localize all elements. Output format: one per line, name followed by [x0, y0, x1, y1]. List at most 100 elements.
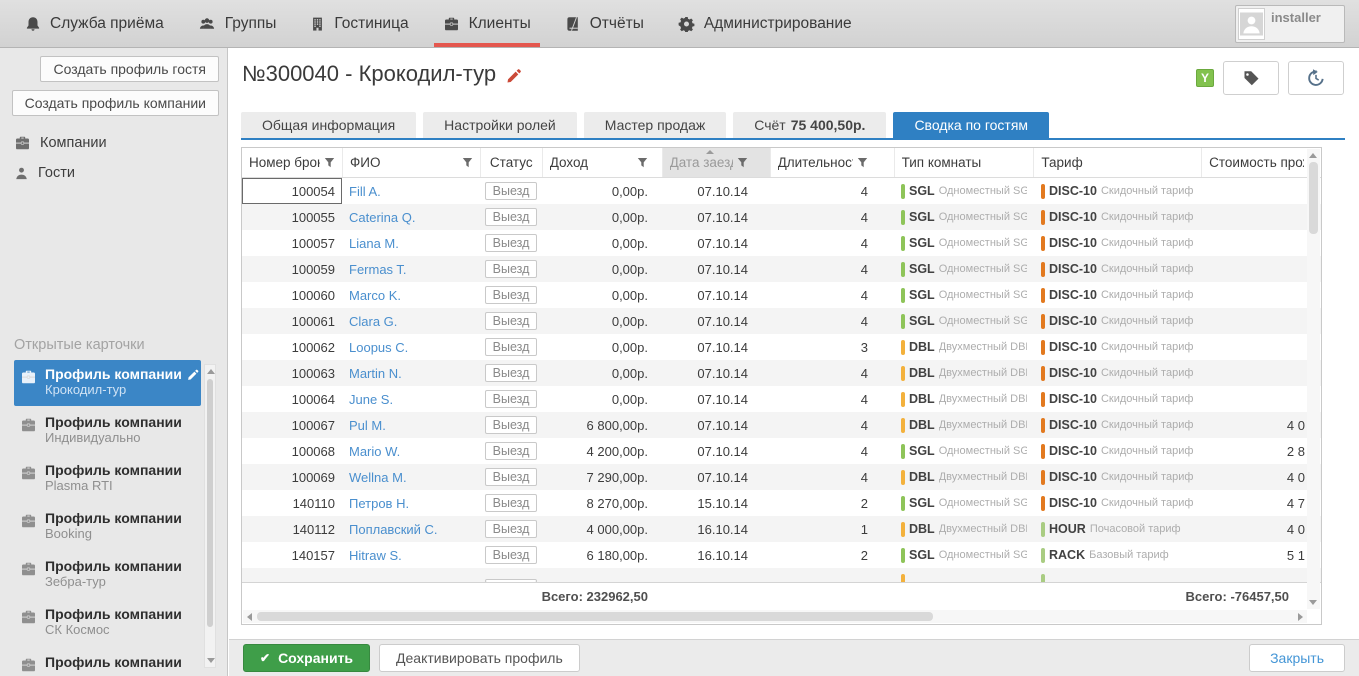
edit-title-icon[interactable] — [506, 67, 523, 84]
scroll-down-icon[interactable] — [1309, 600, 1317, 605]
cell-booking-number[interactable]: 100064 — [242, 386, 342, 412]
filter-icon[interactable] — [733, 157, 748, 168]
column-header-6[interactable]: Тип комнаты — [894, 148, 1034, 177]
guest-link[interactable]: Поплавский С. — [349, 522, 438, 537]
history-button[interactable] — [1288, 61, 1344, 95]
scrollbar-thumb[interactable] — [207, 379, 213, 627]
guest-link[interactable]: Fill A. — [349, 184, 381, 199]
cell-status: Выезд — [480, 334, 542, 360]
column-header-1[interactable]: ФИО — [342, 148, 480, 177]
open-card-2[interactable]: Профиль компанииPlasma RTI — [14, 456, 201, 502]
filter-icon[interactable] — [320, 157, 335, 168]
nav-item-label: Группы — [225, 15, 277, 33]
guest-link[interactable]: Martin N. — [349, 366, 402, 381]
column-header-0[interactable]: Номер брони — [242, 148, 342, 177]
guest-link[interactable]: Wellna M. — [349, 470, 407, 485]
column-label: ФИО — [350, 155, 380, 170]
tab-1[interactable]: Настройки ролей — [423, 112, 577, 138]
tab-underline — [241, 138, 1345, 140]
filter-icon[interactable] — [458, 157, 473, 168]
scroll-down-icon[interactable] — [207, 658, 215, 663]
nav-item-4[interactable]: Отчёты — [548, 0, 661, 47]
status-badge: Выезд — [485, 286, 537, 304]
column-header-5[interactable]: Длительность, дн. — [770, 148, 894, 177]
open-card-4[interactable]: Профиль компанииЗебра-тур — [14, 552, 201, 598]
user-menu-button[interactable]: installer — [1235, 5, 1345, 43]
guest-link[interactable]: Clara G. — [349, 314, 397, 329]
cell-booking-number[interactable]: 100069 — [242, 464, 342, 490]
open-card-3[interactable]: Профиль компанииBooking — [14, 504, 201, 550]
cell-duration: 4 — [770, 360, 894, 386]
column-header-7[interactable]: Тариф — [1033, 148, 1201, 177]
open-card-1[interactable]: Профиль компанииИндивидуально — [14, 408, 201, 454]
scroll-up-icon[interactable] — [1309, 153, 1317, 158]
room-color-bar — [901, 522, 905, 537]
filter-icon[interactable] — [633, 157, 648, 168]
deactivate-profile-button[interactable]: Деактивировать профиль — [379, 644, 580, 672]
avatar — [1238, 8, 1265, 40]
cell-booking-number[interactable]: 100061 — [242, 308, 342, 334]
tab-3[interactable]: Счёт75 400,50р. — [733, 112, 886, 138]
cell-booking-number[interactable]: 140110 — [242, 490, 342, 516]
nav-item-5[interactable]: Администрирование — [661, 0, 869, 47]
cell-booking-number[interactable]: 100067 — [242, 412, 342, 438]
cell-booking-number[interactable]: 100059 — [242, 256, 342, 282]
column-header-4[interactable]: Дата заезда — [662, 148, 770, 177]
create-guest-profile-button[interactable]: Создать профиль гостя — [40, 56, 219, 82]
nav-item-3[interactable]: Клиенты — [426, 0, 548, 47]
scroll-left-icon[interactable] — [247, 613, 252, 621]
scrollbar-thumb[interactable] — [257, 612, 933, 621]
close-button[interactable]: Закрыть — [1249, 644, 1345, 672]
sidebar-scrollbar[interactable] — [204, 364, 216, 668]
guest-link[interactable]: Pul M. — [349, 418, 386, 433]
guest-link[interactable]: June S. — [349, 392, 393, 407]
tags-button[interactable] — [1223, 61, 1279, 95]
tab-4[interactable]: Сводка по гостям — [893, 112, 1049, 138]
column-header-3[interactable]: Доход — [542, 148, 662, 177]
guest-link[interactable]: Marco K. — [349, 288, 401, 303]
nav-item-2[interactable]: Гостиница — [293, 0, 425, 47]
guest-link[interactable]: Hitraw S. — [349, 548, 402, 563]
guest-link[interactable]: Mario W. — [349, 444, 400, 459]
column-header-2[interactable]: Статус — [480, 148, 542, 177]
scrollbar-thumb[interactable] — [1309, 162, 1318, 234]
guest-link[interactable]: Loopus C. — [349, 340, 408, 355]
cell-booking-number[interactable]: 140112 — [242, 516, 342, 542]
guest-link[interactable]: Caterina Q. — [349, 210, 415, 225]
cell-duration: 4 — [770, 230, 894, 256]
scroll-up-icon[interactable] — [207, 369, 215, 374]
cell-booking-number[interactable]: 100054 — [242, 178, 342, 204]
create-company-profile-button[interactable]: Создать профиль компании — [12, 90, 219, 116]
cell-booking-number[interactable]: 100060 — [242, 282, 342, 308]
action-bar: ✔ Сохранить Деактивировать профиль Закры… — [229, 639, 1359, 676]
open-card-0[interactable]: Профиль компанииКрокодил-тур — [14, 360, 201, 406]
nav-item-0[interactable]: Служба приёма — [8, 0, 181, 47]
scroll-right-icon[interactable] — [1298, 613, 1303, 621]
tab-2[interactable]: Мастер продаж — [584, 112, 727, 138]
guest-link[interactable]: Петров Н. — [349, 496, 409, 511]
vertical-scrollbar[interactable] — [1307, 149, 1320, 609]
tab-0[interactable]: Общая информация — [241, 112, 416, 138]
guest-link[interactable]: Fermas T. — [349, 262, 407, 277]
nav-item-1[interactable]: Группы — [181, 0, 294, 47]
open-card-5[interactable]: Профиль компанииСК Космос — [14, 600, 201, 646]
cell-booking-number[interactable]: 100055 — [242, 204, 342, 230]
cell-booking-number[interactable]: 100062 — [242, 334, 342, 360]
guest-link[interactable]: Liana M. — [349, 236, 399, 251]
cell-booking-number[interactable]: 100063 — [242, 360, 342, 386]
cell-booking-number[interactable]: 100068 — [242, 438, 342, 464]
horizontal-scrollbar[interactable] — [243, 610, 1307, 623]
filter-icon[interactable] — [853, 157, 868, 168]
sidebar-item-0[interactable]: Компании — [0, 128, 227, 158]
column-header-8[interactable]: Стоимость проживан — [1201, 148, 1308, 177]
cell-booking-number[interactable]: 140157 — [242, 542, 342, 568]
cell-duration: 4 — [770, 412, 894, 438]
nav-item-label: Гостиница — [334, 15, 408, 33]
room-color-bar — [901, 288, 905, 303]
save-button[interactable]: ✔ Сохранить — [243, 644, 370, 672]
cell-booking-number[interactable] — [242, 568, 342, 582]
sidebar-item-1[interactable]: Гости — [0, 158, 227, 188]
table-row: 140157Hitraw S.Выезд6 180,00р.16.10.142S… — [242, 542, 1321, 568]
cell-booking-number[interactable]: 100057 — [242, 230, 342, 256]
open-card-6[interactable]: Профиль компании — [14, 648, 201, 676]
